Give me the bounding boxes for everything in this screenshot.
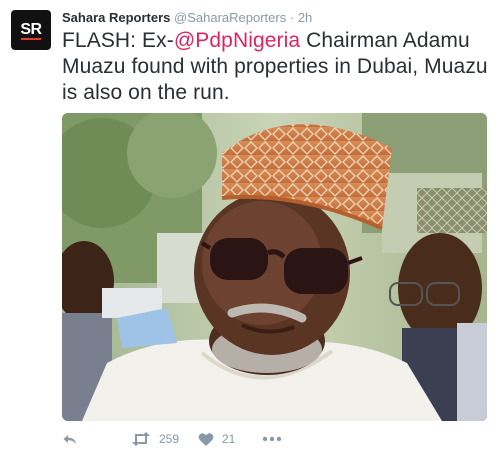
reply-icon xyxy=(63,435,76,444)
reply-button[interactable] xyxy=(62,428,78,450)
tweet-photo[interactable] xyxy=(62,113,487,421)
retweet-count: 259 xyxy=(159,432,180,446)
tweet-text: FLASH: Ex-@PdpNigeria Chairman Adamu Mua… xyxy=(62,28,492,106)
author-handle[interactable]: @SaharaReporters xyxy=(174,10,286,25)
more-button[interactable] xyxy=(262,428,282,450)
tweet-card: SR Sahara Reporters @SaharaReporters · 2… xyxy=(0,0,500,455)
avatar[interactable]: SR xyxy=(11,10,51,50)
tweet-timestamp[interactable]: 2h xyxy=(298,10,312,25)
retweet-icon xyxy=(132,432,150,446)
avatar-logo-bar xyxy=(21,38,41,40)
retweet-button[interactable]: 259 xyxy=(131,428,179,450)
tweet-header: Sahara Reporters @SaharaReporters · 2h xyxy=(62,10,312,25)
tweet-text-prefix: FLASH: Ex- xyxy=(62,29,174,52)
heart-icon xyxy=(198,432,214,446)
mention-link[interactable]: @PdpNigeria xyxy=(174,29,300,52)
avatar-logo-text: SR xyxy=(20,21,42,38)
like-count: 21 xyxy=(222,432,236,446)
more-icon xyxy=(262,436,282,442)
like-button[interactable]: 21 xyxy=(198,428,235,450)
tweet-actions: 259 21 xyxy=(62,428,487,450)
author-name[interactable]: Sahara Reporters xyxy=(62,10,170,25)
header-separator: · xyxy=(289,10,295,25)
photo-illustration xyxy=(62,113,487,421)
